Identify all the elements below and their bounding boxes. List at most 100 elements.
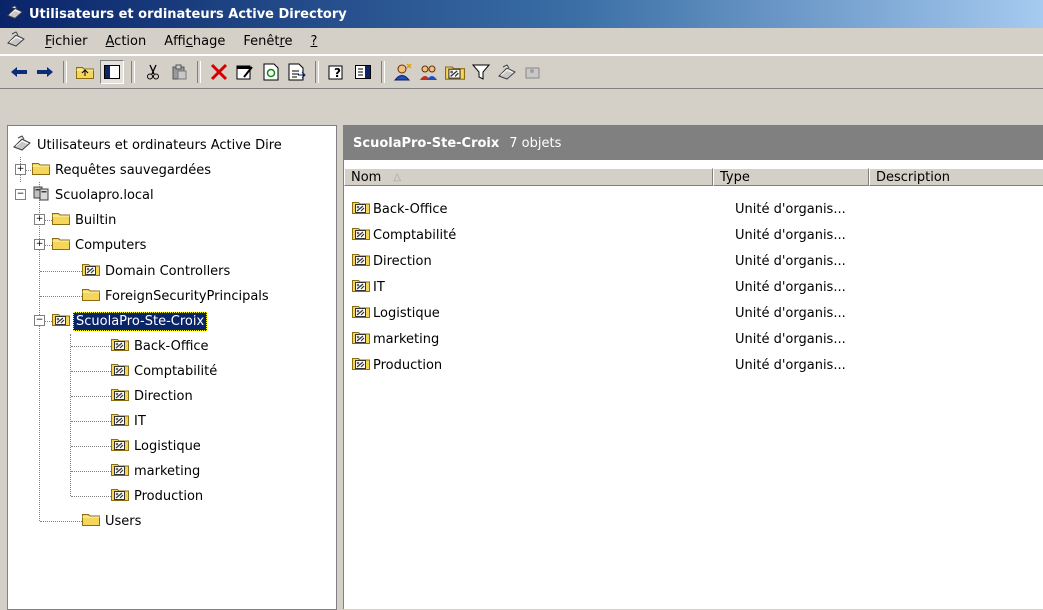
column-headers: Nom △ Type Description: [344, 168, 1043, 188]
tree-label: Production: [134, 488, 204, 504]
new-user-icon[interactable]: [392, 61, 414, 83]
tree-node-root[interactable]: Utilisateurs et ordinateurs Active Dire: [12, 134, 284, 156]
tree-node-domain-controllers[interactable]: Domain Controllers: [82, 260, 232, 282]
toolbar-separator: [63, 61, 67, 83]
show-hide-tree-icon[interactable]: [100, 60, 124, 84]
item-type: Unité d'organis...: [735, 305, 846, 321]
folder-icon: [52, 211, 70, 229]
item-name: Back-Office: [373, 201, 448, 217]
ou-icon: [352, 278, 370, 296]
tree-node-child-ou[interactable]: Back-Office: [111, 335, 211, 357]
column-type-label: Type: [720, 169, 750, 185]
tree-label: Requêtes sauvegardées: [55, 162, 211, 178]
tree-label: ForeignSecurityPrincipals: [105, 288, 269, 304]
svg-text:?: ?: [334, 66, 341, 80]
paste-icon[interactable]: [168, 61, 190, 83]
cut-icon[interactable]: [142, 61, 164, 83]
ou-icon: [111, 437, 129, 455]
column-header-description[interactable]: Description: [869, 168, 1043, 186]
forward-arrow-icon[interactable]: [34, 61, 56, 83]
ou-icon: [352, 304, 370, 322]
new-ou-icon[interactable]: [444, 61, 466, 83]
properties-icon[interactable]: [234, 61, 256, 83]
menu-affichage[interactable]: Affichage: [155, 34, 234, 49]
menu-fenetre[interactable]: Fenêtre: [234, 34, 301, 49]
tree-node-domain[interactable]: Scuolapro.local: [32, 184, 156, 206]
ou-icon: [352, 226, 370, 244]
collapse-ou-icon[interactable]: −: [34, 315, 45, 326]
toolbar: ?: [0, 55, 1043, 89]
tree-label: Users: [105, 513, 142, 529]
list-item[interactable]: Comptabilité Unité d'organis...: [352, 222, 890, 248]
menu-help[interactable]: ?: [302, 34, 327, 49]
menu-action[interactable]: Action: [97, 34, 156, 49]
ou-icon: [111, 362, 129, 380]
tree-node-child-ou[interactable]: Comptabilité: [111, 360, 219, 382]
item-type: Unité d'organis...: [735, 331, 846, 347]
refresh-icon[interactable]: [260, 61, 282, 83]
tree-node-selected-ou[interactable]: ScuolaPro-Ste-Croix: [52, 310, 208, 332]
tree-node-child-ou[interactable]: Logistique: [111, 435, 203, 457]
window-title: Utilisateurs et ordinateurs Active Direc…: [29, 6, 347, 22]
ou-icon: [352, 356, 370, 374]
toolbar-separator: [381, 61, 385, 83]
new-group-icon[interactable]: [418, 61, 440, 83]
tree-node-computers[interactable]: Computers: [52, 234, 148, 256]
folder-icon: [82, 287, 100, 305]
system-menu-icon[interactable]: [6, 31, 26, 51]
tree-label: Computers: [75, 237, 147, 253]
expand-saved-queries-icon[interactable]: +: [15, 164, 26, 175]
ou-icon: [111, 412, 129, 430]
tree-label: Scuolapro.local: [55, 187, 154, 203]
item-type: Unité d'organis...: [735, 357, 846, 373]
details-header: ScuolaPro-Ste-Croix 7 objets: [344, 126, 1043, 160]
find-icon[interactable]: [496, 61, 518, 83]
tree-node-child-ou[interactable]: Direction: [111, 385, 195, 407]
expand-builtin-icon[interactable]: +: [34, 214, 45, 225]
list-item[interactable]: marketing Unité d'organis...: [352, 326, 890, 352]
item-type: Unité d'organis...: [735, 201, 846, 217]
list-item[interactable]: IT Unité d'organis...: [352, 274, 890, 300]
tree-node-child-ou[interactable]: Production: [111, 485, 205, 507]
folder-icon: [32, 161, 50, 179]
item-name: IT: [373, 279, 385, 295]
tree-pane[interactable]: Utilisateurs et ordinateurs Active Dire …: [7, 125, 337, 610]
ou-icon: [111, 337, 129, 355]
active-directory-icon: [12, 135, 32, 155]
show-hide-action-pane-icon[interactable]: [352, 61, 374, 83]
item-name: marketing: [373, 331, 440, 347]
menu-fichier[interactable]: Fichier: [36, 34, 97, 49]
list-item[interactable]: Logistique Unité d'organis...: [352, 300, 890, 326]
details-pane[interactable]: ScuolaPro-Ste-Croix 7 objets Nom △ Type …: [343, 125, 1043, 609]
tree-node-child-ou[interactable]: marketing: [111, 460, 202, 482]
column-header-name[interactable]: Nom △: [344, 168, 713, 186]
tree-node-child-ou[interactable]: IT: [111, 410, 148, 432]
help-icon[interactable]: ?: [326, 61, 348, 83]
tree-label: Direction: [134, 388, 193, 404]
expand-computers-icon[interactable]: +: [34, 239, 45, 250]
ou-icon: [352, 330, 370, 348]
up-level-icon[interactable]: [74, 61, 96, 83]
ou-icon: [52, 312, 70, 330]
tree-node-saved-queries[interactable]: Requêtes sauvegardées: [32, 159, 213, 181]
list-item[interactable]: Production Unité d'organis...: [352, 352, 890, 378]
ou-icon: [111, 387, 129, 405]
tree-node-builtin[interactable]: Builtin: [52, 209, 118, 231]
container-name: ScuolaPro-Ste-Croix: [353, 135, 500, 151]
delete-icon[interactable]: [208, 61, 230, 83]
collapse-domain-icon[interactable]: −: [15, 189, 26, 200]
list-item[interactable]: Back-Office Unité d'organis...: [352, 196, 890, 222]
back-arrow-icon[interactable]: [8, 61, 30, 83]
list-item[interactable]: Direction Unité d'organis...: [352, 248, 890, 274]
tree-node-foreign-security-principals[interactable]: ForeignSecurityPrincipals: [82, 285, 271, 307]
folder-icon: [82, 512, 100, 530]
column-header-type[interactable]: Type: [713, 168, 869, 186]
title-bar[interactable]: Utilisateurs et ordinateurs Active Direc…: [0, 0, 1043, 28]
add-to-group-icon[interactable]: [522, 61, 544, 83]
tree-label: Utilisateurs et ordinateurs Active Dire: [37, 137, 282, 153]
tree-node-users[interactable]: Users: [82, 510, 143, 532]
item-type: Unité d'organis...: [735, 253, 846, 269]
filter-icon[interactable]: [470, 61, 492, 83]
ou-icon: [111, 487, 129, 505]
export-list-icon[interactable]: [286, 61, 308, 83]
